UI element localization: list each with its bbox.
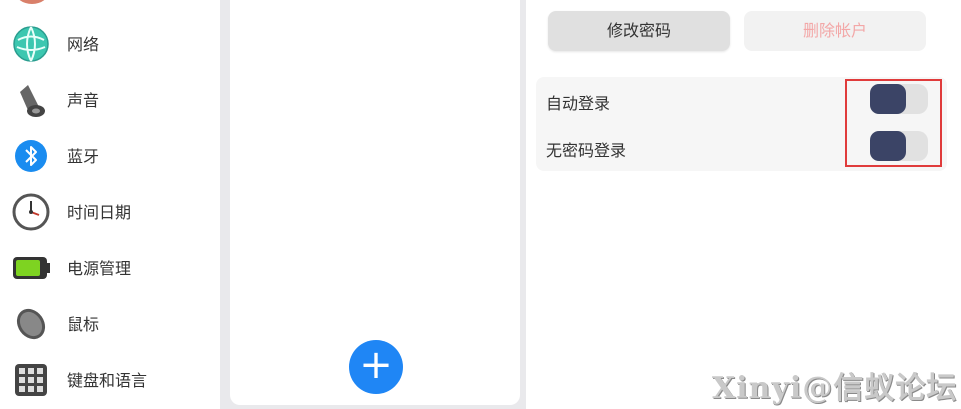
clock-icon (12, 193, 50, 231)
watermark: Xinyi@信蚁论坛 (712, 371, 958, 406)
sidebar-item-sound[interactable]: 声音 (0, 73, 220, 121)
sidebar-item-label: 鼠标 (67, 315, 100, 334)
delete-account-button[interactable]: 删除帐户 (744, 11, 926, 51)
sidebar-item-network[interactable]: 网络 (0, 17, 220, 65)
sidebar-item-label: 蓝牙 (67, 147, 100, 166)
sidebar-item-label: 键盘和语言 (67, 371, 148, 390)
sidebar: 网络 声音 蓝牙 时间日期 电源管理 鼠标 键盘和语言 (0, 0, 220, 409)
keyboard-icon (12, 361, 50, 399)
bluetooth-icon (12, 137, 50, 175)
add-account-button[interactable]: + (349, 340, 403, 394)
sidebar-item-datetime[interactable]: 时间日期 (0, 185, 220, 233)
mouse-icon (12, 305, 50, 343)
speaker-icon (12, 81, 50, 119)
sidebar-item-label: 声音 (67, 91, 100, 110)
sidebar-item-bluetooth[interactable]: 蓝牙 (0, 129, 220, 177)
highlight-annotation-box (845, 79, 942, 167)
network-icon (12, 25, 50, 63)
account-list-panel: + (230, 0, 520, 405)
sidebar-item-mouse[interactable]: 鼠标 (0, 297, 220, 345)
sidebar-item-keyboard[interactable]: 键盘和语言 (0, 353, 220, 401)
passwordless-login-label: 无密码登录 (546, 141, 627, 160)
account-detail-panel: 修改密码 删除帐户 自动登录 无密码登录 (526, 0, 961, 409)
partial-item-icon (15, 0, 49, 4)
auto-login-label: 自动登录 (546, 94, 611, 113)
battery-icon (12, 249, 50, 287)
sidebar-item-power[interactable]: 电源管理 (0, 241, 220, 289)
sidebar-item-label: 电源管理 (67, 259, 132, 278)
change-password-button[interactable]: 修改密码 (548, 11, 730, 51)
sidebar-item-label: 网络 (67, 35, 100, 54)
sidebar-item-label: 时间日期 (67, 203, 132, 222)
